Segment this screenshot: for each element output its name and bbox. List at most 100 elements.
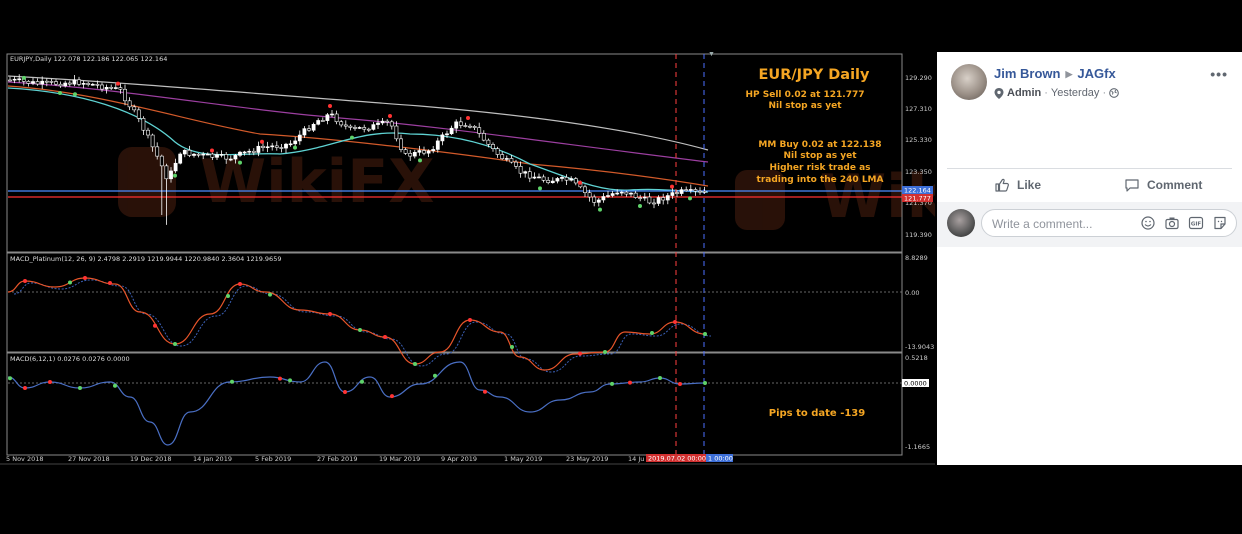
date-tick: 1 May 2019 xyxy=(504,455,542,463)
group-name[interactable]: JAGfx xyxy=(1077,66,1115,81)
price-tick: 129.290 xyxy=(905,74,932,82)
macd1-bull-dot xyxy=(68,280,72,285)
date-tick: 14 Ju xyxy=(628,455,644,463)
macd2-bear-dot xyxy=(483,389,487,394)
candle-body xyxy=(458,121,463,126)
candle-body xyxy=(270,145,275,148)
macd2-bull-dot xyxy=(288,378,292,383)
candle-body xyxy=(284,143,288,149)
bull-signal-dot xyxy=(538,186,542,191)
macd2-bear-dot xyxy=(48,380,52,384)
chart-canvas[interactable]: WikiFX WikiFX ▼ EURJPY,Daily 122.078 122… xyxy=(0,52,935,465)
like-button[interactable]: Like xyxy=(994,172,1041,198)
candle-body xyxy=(31,81,35,84)
candle-body xyxy=(127,100,132,108)
bull-signal-dot xyxy=(173,173,177,178)
candle-body xyxy=(192,153,196,156)
camera-icon[interactable] xyxy=(1164,215,1180,231)
annotation-pips: Pips to date -139 xyxy=(769,408,865,419)
candle-body xyxy=(247,150,252,153)
post-time[interactable]: Yesterday xyxy=(1051,87,1100,99)
candle-body xyxy=(376,122,380,125)
macd2-bull-dot xyxy=(610,381,614,386)
candle-body xyxy=(481,133,486,141)
macd2-tick: -1.1665 xyxy=(905,443,930,451)
candle-body xyxy=(35,81,40,85)
candle-body xyxy=(385,120,390,123)
candle-body xyxy=(357,127,362,129)
bear-signal-dot xyxy=(210,148,214,153)
author-avatar[interactable] xyxy=(951,64,987,100)
price-tick: 125.330 xyxy=(905,136,932,144)
candle-body xyxy=(251,150,256,153)
candle-body xyxy=(26,81,31,84)
candle-body xyxy=(546,180,551,183)
candle-body xyxy=(468,125,472,128)
comment-input[interactable]: Write a comment... GIF xyxy=(981,209,1237,237)
date-tick: 9 Apr 2019 xyxy=(441,455,477,463)
date-axis: 5 Nov 2018 27 Nov 2018 19 Dec 2018 14 Ja… xyxy=(6,455,644,463)
candle-body xyxy=(343,124,348,127)
candle-body xyxy=(573,178,578,184)
candle-body xyxy=(366,128,371,131)
date-marker-blue-text: 1 00:00 xyxy=(708,455,733,463)
candle-body xyxy=(123,88,127,102)
candle-body xyxy=(325,114,330,121)
candle-body xyxy=(77,79,81,85)
price-tick: 119.390 xyxy=(905,231,932,239)
candle-body xyxy=(238,151,242,156)
candle-body xyxy=(412,152,417,157)
macd2-bull-dot xyxy=(78,386,82,390)
admin-badge-icon xyxy=(994,87,1004,99)
candle-body xyxy=(182,149,187,155)
bear-signal-dot xyxy=(578,180,582,185)
sticker-icon[interactable] xyxy=(1212,215,1228,231)
bear-signal-dot xyxy=(388,114,392,118)
candle-body xyxy=(109,86,114,89)
candle-body xyxy=(40,80,45,85)
globe-icon[interactable] xyxy=(1109,88,1119,98)
candle-body xyxy=(610,193,615,196)
date-tick: 5 Feb 2019 xyxy=(255,455,291,463)
trading-chart[interactable]: WikiFX WikiFX ▼ EURJPY,Daily 122.078 122… xyxy=(0,52,935,465)
candle-body xyxy=(187,149,192,156)
gif-icon[interactable]: GIF xyxy=(1188,215,1204,231)
candle-body xyxy=(210,153,215,158)
comment-placeholder: Write a comment... xyxy=(992,217,1093,231)
candle-body xyxy=(279,147,284,149)
macd2-label: MACD(6,12,1) 0.0276 0.0276 0.0000 xyxy=(10,355,130,363)
bull-signal-dot xyxy=(293,145,297,150)
candle-body xyxy=(228,158,233,161)
candle-body xyxy=(104,86,109,90)
bear-signal-dot xyxy=(116,81,120,86)
price-tick: 127.310 xyxy=(905,105,932,113)
bull-signal-dot xyxy=(638,204,642,208)
comment-button[interactable]: Comment xyxy=(1124,172,1202,198)
candle-body xyxy=(256,145,261,153)
candle-body xyxy=(408,153,413,157)
candle-body xyxy=(164,165,169,180)
more-options-button[interactable]: ••• xyxy=(1210,66,1228,82)
candle-body xyxy=(449,127,454,135)
candle-body xyxy=(583,186,587,193)
candle-body xyxy=(288,143,293,146)
candle-body xyxy=(555,178,560,182)
emoji-icon[interactable] xyxy=(1140,215,1156,231)
candle-body xyxy=(629,192,633,195)
candle-body xyxy=(302,128,307,136)
author-name[interactable]: Jim Brown xyxy=(994,66,1060,81)
candle-body xyxy=(550,180,555,183)
candle-body xyxy=(656,197,661,204)
macd2-axis: 0.5218 -1.1665 xyxy=(905,354,930,451)
candle-body xyxy=(477,127,482,134)
candle-body xyxy=(491,144,495,149)
chart-shift-icon[interactable]: ▼ xyxy=(708,52,715,58)
candle-body xyxy=(422,150,426,154)
candle-body xyxy=(619,191,624,194)
annotation-hp-sell: HP Sell 0.02 at 121.777 xyxy=(746,90,865,100)
price-marker-blue-text: 122.164 xyxy=(904,187,931,195)
share-arrow-icon: ▶ xyxy=(1065,69,1073,79)
candle-body xyxy=(688,189,693,191)
date-tick: 27 Feb 2019 xyxy=(317,455,357,463)
macd2-bull-dot xyxy=(703,381,707,385)
